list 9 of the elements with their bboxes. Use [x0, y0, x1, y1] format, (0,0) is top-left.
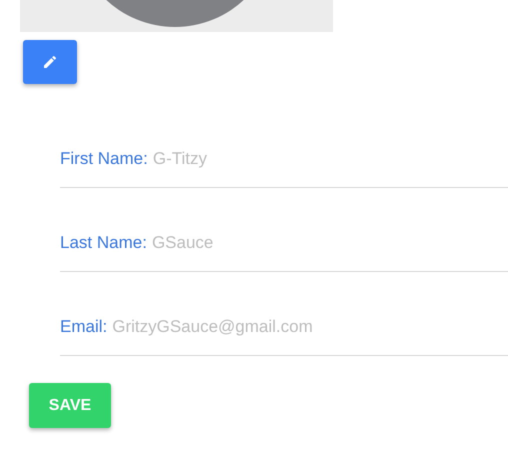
text-field[interactable]: GSauce — [152, 233, 508, 253]
field-label: Last Name: — [60, 233, 147, 253]
field-label: Email: — [60, 317, 108, 337]
edit-button[interactable] — [23, 40, 77, 84]
text-field[interactable]: G-Titzy — [152, 149, 508, 169]
save-button[interactable]: SAVE — [29, 383, 111, 428]
pencil-icon — [42, 54, 58, 70]
field-label: First Name: — [60, 149, 148, 169]
text-field[interactable]: GritzyGSauce@gmail.com — [112, 317, 508, 337]
